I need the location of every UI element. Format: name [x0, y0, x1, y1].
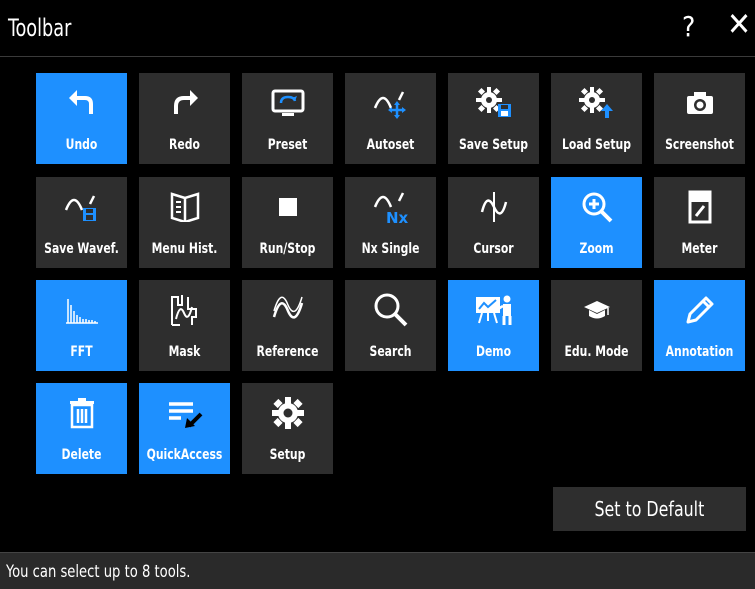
tool-label: Screenshot — [665, 137, 734, 153]
tool-run-stop[interactable]: Run/Stop — [242, 177, 333, 268]
tool-screenshot[interactable]: Screenshot — [654, 73, 745, 164]
reference-icon — [242, 290, 333, 330]
tool-label: Setup — [269, 447, 306, 463]
autoset-icon — [345, 83, 436, 123]
tool-label: Run/Stop — [259, 241, 316, 257]
tool-label: Meter — [681, 241, 718, 257]
tool-cursor[interactable]: Cursor — [448, 177, 539, 268]
tool-label: Nx Single — [361, 241, 420, 257]
graduation-cap-icon — [551, 290, 642, 330]
tool-menu-history[interactable]: Menu Hist. — [139, 177, 230, 268]
tool-label: Annotation — [665, 344, 734, 360]
set-to-default-label: Set to Default — [594, 497, 705, 521]
nx-single-icon: Nx — [345, 187, 436, 227]
tool-search[interactable]: Search — [345, 280, 436, 371]
stop-icon — [242, 187, 333, 227]
demo-icon — [448, 290, 539, 330]
tool-label: FFT — [70, 344, 93, 360]
trash-icon — [36, 393, 127, 433]
tool-autoset[interactable]: Autoset — [345, 73, 436, 164]
tool-edu-mode[interactable]: Edu. Mode — [551, 280, 642, 371]
tool-preset[interactable]: Preset — [242, 73, 333, 164]
tool-label: Mask — [168, 344, 201, 360]
save-waveform-icon — [36, 187, 127, 227]
menu-history-icon — [139, 187, 230, 227]
tool-label: Autoset — [366, 137, 415, 153]
tool-label: Search — [369, 344, 412, 360]
tool-label: Save Wavef. — [44, 241, 119, 257]
tool-mask[interactable]: Mask — [139, 280, 230, 371]
redo-icon — [139, 83, 230, 123]
tool-setup[interactable]: Setup — [242, 383, 333, 474]
tool-load-setup[interactable]: Load Setup — [551, 73, 642, 164]
tool-label: Delete — [61, 447, 102, 463]
mask-icon — [139, 290, 230, 330]
tool-label: Cursor — [473, 241, 514, 257]
tool-label: Preset — [267, 137, 308, 153]
cursor-icon — [448, 187, 539, 227]
search-icon — [345, 290, 436, 330]
tool-label: Reference — [256, 344, 319, 360]
tool-delete[interactable]: Delete — [36, 383, 127, 474]
tool-label: Menu Hist. — [151, 241, 218, 257]
tool-label: Load Setup — [562, 137, 631, 153]
tool-nx-single[interactable]: Nx Nx Single — [345, 177, 436, 268]
tool-fft[interactable]: FFT — [36, 280, 127, 371]
help-icon[interactable]: ? — [682, 10, 695, 43]
tool-zoom[interactable]: Zoom — [551, 177, 642, 268]
load-setup-icon — [551, 83, 642, 123]
tool-label: Zoom — [579, 241, 614, 257]
tool-undo[interactable]: Undo — [36, 73, 127, 164]
camera-icon — [654, 83, 745, 123]
close-icon[interactable]: ✕ — [727, 8, 751, 40]
tool-redo[interactable]: Redo — [139, 73, 230, 164]
tool-quickaccess[interactable]: QuickAccess — [139, 383, 230, 474]
title-bar: Toolbar ? ✕ — [0, 0, 755, 57]
tool-save-waveform[interactable]: Save Wavef. — [36, 177, 127, 268]
tool-label: Undo — [65, 137, 98, 153]
meter-icon — [654, 187, 745, 227]
tool-label: Redo — [169, 137, 200, 153]
save-setup-icon — [448, 83, 539, 123]
tool-grid: Undo Redo Preset Autoset Save Setup Load… — [0, 57, 755, 552]
window-title: Toolbar — [8, 14, 72, 42]
tool-meter[interactable]: Meter — [654, 177, 745, 268]
tool-label: Edu. Mode — [564, 344, 629, 360]
tool-annotation[interactable]: Annotation — [654, 280, 745, 371]
nx-label: Nx — [386, 209, 409, 225]
tool-save-setup[interactable]: Save Setup — [448, 73, 539, 164]
gear-icon — [242, 393, 333, 433]
zoom-icon — [551, 187, 642, 227]
fft-icon — [36, 290, 127, 330]
tool-label: QuickAccess — [146, 447, 223, 463]
tool-reference[interactable]: Reference — [242, 280, 333, 371]
status-text: You can select up to 8 tools. — [6, 562, 191, 582]
preset-icon — [242, 83, 333, 123]
status-bar: You can select up to 8 tools. — [0, 552, 755, 589]
pencil-icon — [654, 290, 745, 330]
set-to-default-button[interactable]: Set to Default — [553, 487, 746, 531]
undo-icon — [36, 83, 127, 123]
tool-label: Save Setup — [458, 137, 529, 153]
quick-access-icon — [139, 393, 230, 433]
tool-label: Demo — [475, 344, 512, 360]
tool-demo[interactable]: Demo — [448, 280, 539, 371]
